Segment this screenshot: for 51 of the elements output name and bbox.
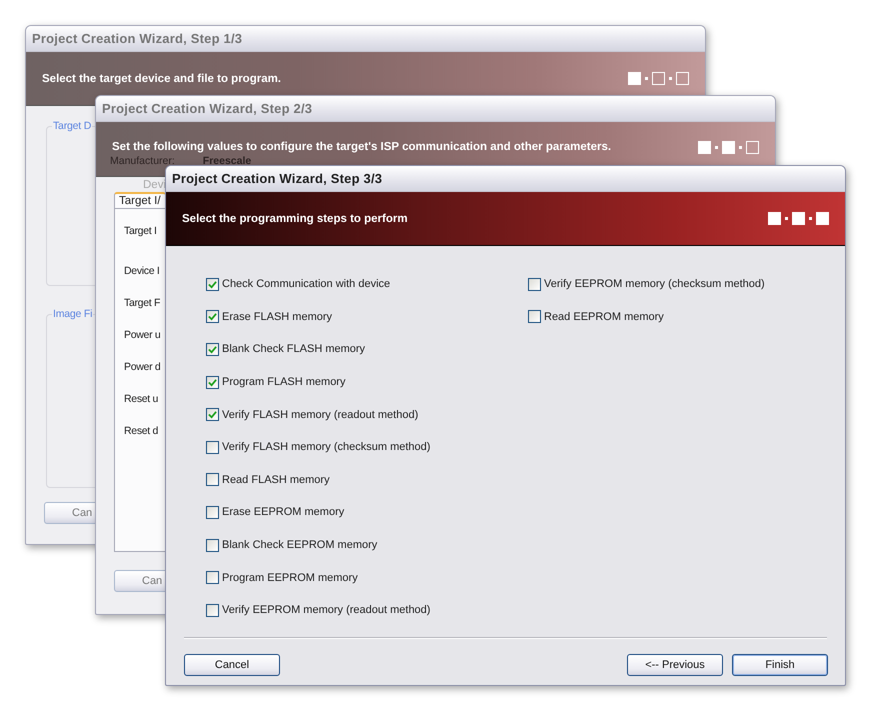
- checkbox-label: Blank Check EEPROM memory: [222, 539, 378, 552]
- field-label: Target F: [124, 296, 162, 310]
- banner-text: Set the following values to configure the target's ISP communication and other parameters.: [112, 141, 612, 153]
- field-label: Reset u: [124, 392, 160, 406]
- checkmark-icon: [208, 344, 217, 354]
- checkbox-label: Verify FLASH memory (checksum method): [222, 441, 430, 454]
- checkbox-label: Read FLASH memory: [222, 474, 330, 486]
- field-label: Device I: [124, 264, 161, 278]
- checkbox[interactable]: [206, 473, 219, 486]
- checkbox-label: Blank Check FLASH memory: [222, 343, 366, 356]
- checkmark-icon: [208, 410, 217, 420]
- checkbox-label: Read EEPROM memory: [544, 310, 664, 323]
- checkbox[interactable]: [206, 506, 219, 519]
- window-title: Project Creation Wizard, Step 3/3: [172, 171, 382, 186]
- window-title: Project Creation Wizard, Step 2/3: [102, 101, 312, 116]
- checkbox[interactable]: [206, 310, 219, 324]
- checkbox-label: Program EEPROM memory: [222, 572, 358, 584]
- checkbox[interactable]: [206, 571, 219, 584]
- checkbox[interactable]: [206, 342, 219, 356]
- banner-text: Select the programming steps to perform: [182, 212, 408, 224]
- checkbox[interactable]: [528, 278, 541, 291]
- faded-label: Freescale: [202, 155, 252, 167]
- checkbox[interactable]: [206, 538, 219, 552]
- field-label: Reset d: [124, 424, 160, 438]
- faded-label: Manufacturer:: [110, 155, 175, 167]
- finish-button[interactable]: Finish: [732, 654, 828, 676]
- checkbox-label: Erase FLASH memory: [222, 310, 332, 323]
- checkbox-label: Program FLASH memory: [222, 376, 346, 388]
- field-label: Target I: [124, 224, 158, 238]
- checkbox-label: Verify EEPROM memory (checksum method): [544, 278, 765, 290]
- checkbox[interactable]: [206, 408, 219, 422]
- checkmark-icon: [208, 378, 217, 387]
- checkbox[interactable]: [528, 310, 541, 324]
- group-label: Target D: [52, 120, 92, 132]
- checkbox-label: Erase EEPROM memory: [222, 506, 344, 518]
- banner-text: Select the target device and file to program.: [42, 72, 282, 84]
- checkmark-icon: [208, 280, 217, 289]
- window-title: Project Creation Wizard, Step 1/3: [32, 31, 242, 46]
- cancel-button[interactable]: Cancel: [184, 654, 280, 676]
- field-label: Power u: [124, 328, 162, 342]
- checkbox[interactable]: [206, 376, 219, 389]
- checkbox-label: Check Communication with device: [222, 278, 390, 290]
- checkbox[interactable]: [206, 440, 219, 454]
- field-label: Power d: [124, 360, 162, 374]
- previous-button[interactable]: <-- Previous: [627, 654, 723, 676]
- checkmark-icon: [208, 312, 217, 322]
- group-label: Image Fi: [52, 308, 94, 320]
- checkbox[interactable]: [206, 604, 219, 617]
- checkbox-label: Verify EEPROM memory (readout method): [222, 604, 430, 616]
- checkbox[interactable]: [206, 278, 219, 291]
- checkbox-label: Verify FLASH memory (readout method): [222, 408, 418, 421]
